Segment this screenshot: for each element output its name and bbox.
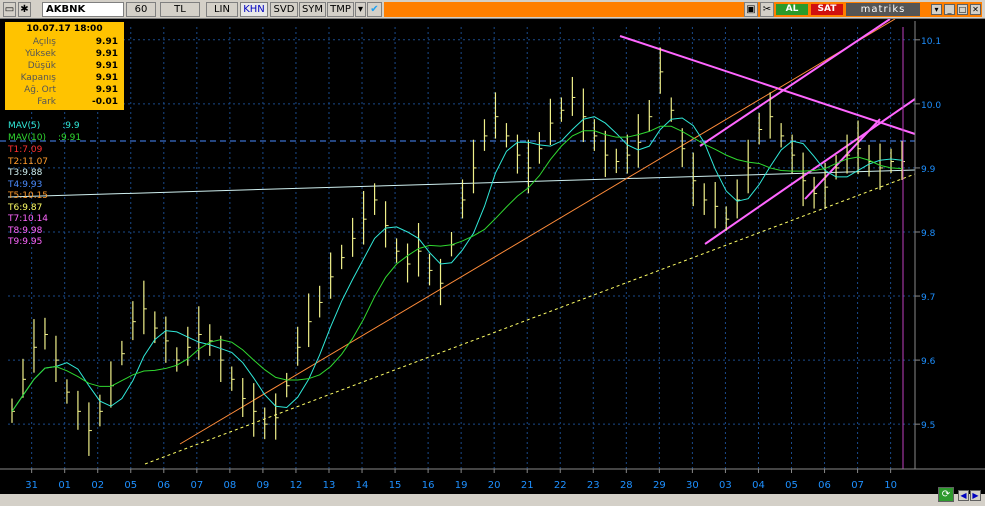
x-tick-label: 01: [58, 480, 71, 491]
mav5-label: MAV(5):9.9: [8, 121, 80, 131]
dropdown-icon[interactable]: ▾: [355, 2, 366, 17]
x-tick-label: 08: [224, 480, 237, 491]
mav10-label: MAV(10):9.91: [8, 133, 82, 143]
toolbar: ▭ ✱ AKBNK 60 TL LIN KHN SVD SYM TMP ▾ ✔ …: [0, 0, 985, 19]
minimize-icon[interactable]: _: [944, 4, 955, 15]
trendline-label: T3:9.88: [8, 168, 43, 178]
trendline-label: T4:9.93: [8, 179, 43, 190]
x-tick-label: 23: [587, 480, 600, 491]
ohlc-info-box: 10.07.17 18:00 Açılış 9.91 Yüksek 9.91 Düş…: [5, 22, 124, 110]
y-tick-label: 9.8: [921, 229, 936, 239]
y-tick-label: 10.0: [921, 101, 941, 111]
x-tick-label: 07: [190, 480, 203, 491]
trendline-label: T9:9.95: [8, 237, 43, 247]
lock-icon[interactable]: ✱: [18, 2, 31, 17]
x-tick-label: 22: [554, 480, 567, 491]
x-tick-label: 02: [91, 480, 104, 491]
status-bar: ⟳ ◀ ▶: [0, 487, 985, 506]
x-tick-label: 31: [25, 480, 38, 491]
x-tick-label: 07: [851, 480, 864, 491]
trendline-label: T2:11.07: [8, 156, 49, 167]
scroll-left-icon[interactable]: ◀: [958, 490, 969, 501]
image-icon[interactable]: ▣: [744, 2, 758, 17]
x-tick-label: 13: [323, 480, 336, 491]
trendline-label: T1:7.09: [8, 145, 43, 155]
x-tick-label: 16: [422, 480, 435, 491]
tmp-button[interactable]: TMP: [327, 2, 354, 17]
refresh-icon[interactable]: ⟳: [938, 487, 954, 502]
x-tick-label: 06: [818, 480, 831, 491]
info-row-high: Yüksek 9.91: [25, 49, 118, 59]
x-tick-label: 05: [785, 480, 798, 491]
dropdown-arrow-icon[interactable]: ▾: [931, 4, 942, 15]
buy-button[interactable]: AL: [776, 4, 808, 15]
svd-button[interactable]: SVD: [270, 2, 298, 17]
trendline-label: T7:10.14: [8, 214, 49, 224]
sell-button[interactable]: SAT: [811, 4, 843, 15]
y-tick-label: 9.7: [921, 293, 935, 303]
close-icon[interactable]: ✕: [970, 4, 981, 15]
period-button[interactable]: 60: [126, 2, 156, 17]
x-tick-label: 12: [290, 480, 303, 491]
window-menu-icon[interactable]: ▭: [3, 2, 16, 17]
x-tick-label: 04: [752, 480, 765, 491]
y-tick-label: 10.1: [921, 37, 941, 47]
info-row-open: Açılış 9.91: [32, 37, 118, 47]
y-tick-label: 9.6: [921, 357, 936, 367]
trendline-label: T5:10.15: [8, 191, 49, 201]
x-tick-label: 19: [455, 480, 468, 491]
info-row-avg: Ağ. Ort 9.91: [24, 85, 118, 95]
x-tick-label: 09: [257, 480, 270, 491]
trendline-label: T6:9.87: [8, 202, 43, 213]
info-row-diff: Fark -0.01: [37, 97, 118, 107]
x-tick-label: 20: [488, 480, 501, 491]
x-tick-label: 10: [884, 480, 897, 491]
price-chart[interactable]: 9.5 9.6 9.7 9.8 9.9 10.0 10.1 31 01 02 05 06 07 08 09…: [0, 19, 985, 494]
twitter-icon[interactable]: ✔: [367, 2, 382, 17]
currency-button[interactable]: TL: [160, 2, 200, 17]
x-tick-label: 14: [356, 480, 369, 491]
scroll-right-icon[interactable]: ▶: [970, 490, 981, 501]
info-row-low: Düşük 9.91: [27, 61, 118, 71]
x-tick-label: 05: [124, 480, 137, 491]
x-tick-label: 21: [521, 480, 534, 491]
tools-icon[interactable]: ✂: [760, 2, 774, 17]
brand-logo: matriks: [846, 3, 920, 16]
trendline-label: T8:9.98: [8, 225, 43, 236]
symbol-field[interactable]: AKBNK: [42, 2, 124, 17]
y-tick-label: 9.5: [921, 421, 935, 431]
maximize-icon[interactable]: □: [957, 4, 968, 15]
x-tick-label: 15: [389, 480, 402, 491]
khn-button[interactable]: KHN: [240, 2, 268, 17]
x-tick-label: 29: [653, 480, 666, 491]
x-tick-label: 06: [157, 480, 170, 491]
info-date: 10.07.17 18:00: [26, 24, 103, 34]
sym-button[interactable]: SYM: [299, 2, 326, 17]
lin-button[interactable]: LIN: [206, 2, 238, 17]
y-tick-label: 9.9: [921, 165, 936, 175]
x-tick-label: 03: [719, 480, 732, 491]
x-tick-label: 30: [686, 480, 699, 491]
x-tick-label: 28: [620, 480, 633, 491]
info-row-close: Kapanış 9.91: [20, 73, 118, 83]
